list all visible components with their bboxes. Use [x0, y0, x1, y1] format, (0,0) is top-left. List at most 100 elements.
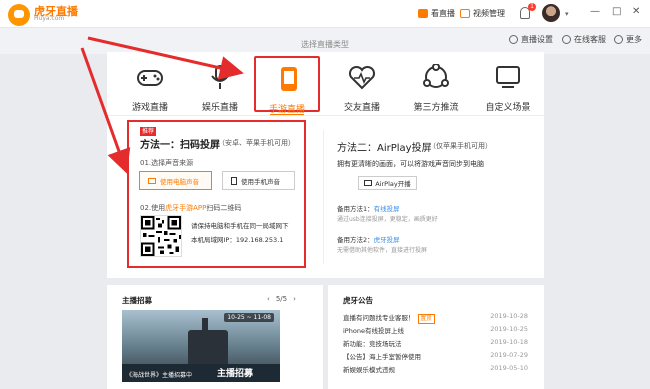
watch-live-button[interactable]: 看直播 [418, 8, 455, 19]
live-type-entertainment[interactable]: 娱乐直播 [187, 56, 253, 113]
notice-row[interactable]: 新娱娱乐模式违规 2019-05-10 [343, 364, 528, 376]
tv-icon [418, 9, 428, 18]
warship-image [188, 318, 228, 364]
lan-tip: 请保持电脑和手机在同一局域网下 [191, 222, 289, 230]
qr-code [140, 215, 182, 257]
live-type-mobile-game[interactable]: 手游直播 [254, 56, 320, 116]
notice-row[interactable]: iPhone有线投屏上线 2019-10-25 [343, 325, 528, 337]
header: 选择直播类型 直播设置 在线客服 更多 [0, 28, 650, 54]
notice-date: 2019-10-28 [490, 312, 528, 320]
method2-note: （仅苹果手机可用） [429, 142, 492, 150]
maximize-icon[interactable]: □ [612, 6, 621, 17]
page-indicator: 5/5 [275, 295, 288, 303]
avatar[interactable] [542, 4, 560, 22]
divider [107, 115, 544, 116]
banner-pager: ‹ 5/5 › [267, 295, 296, 303]
phone-icon [281, 67, 297, 91]
notice-text: 直播有问题找专业客服！ [343, 314, 415, 322]
notice-text: iPhone有线投屏上线 [343, 327, 404, 335]
alt-method-1-desc: 通过usb连接投屏，更稳定，画质更好 [337, 216, 438, 223]
alt2-prefix: 备用方法2： [337, 236, 374, 244]
phone-audio-label: 使用手机声音 [241, 177, 280, 186]
live-type-custom-scene[interactable]: 自定义场景 [475, 56, 541, 113]
scan-cast-panel: 推荐 方法一：扫码投屏 （安卓、苹果手机可用） 01.选择声音来源 使用电脑声音… [127, 120, 306, 268]
brand-sub: Huya.com [34, 15, 65, 22]
live-type-label: 交友直播 [343, 103, 380, 113]
host-recruit-card: 主播招募 ‹ 5/5 › 10-25 ~ 11-08 《海战世界》主播招募中 主… [107, 285, 323, 389]
banner-caption: 《海战世界》主播招募中 [126, 372, 193, 379]
pinned-tag: 置顶 [417, 314, 435, 324]
notice-row[interactable]: 【公告】海上手室暂停使用 2019-07-29 [343, 351, 528, 363]
banner-date: 10-25 ~ 11-08 [224, 313, 274, 322]
method2-title: 方法二：AirPlay投屏 [337, 143, 432, 154]
method1-note: （安卓、苹果手机可用） [218, 139, 295, 147]
huya-app-link[interactable]: 虎牙手游APP [165, 204, 206, 212]
phone-small-icon [231, 176, 237, 185]
online-service-button[interactable]: 在线客服 [562, 34, 606, 45]
heart-pulse-icon [348, 65, 376, 90]
huya-cast-link[interactable]: 虎牙投屏 [374, 236, 400, 244]
banner-slogan: 主播招募 [217, 369, 254, 379]
video-icon [460, 9, 470, 18]
phone-audio-button[interactable]: 使用手机声音 [222, 171, 295, 190]
live-settings-label: 直播设置 [521, 35, 553, 44]
close-icon[interactable]: ✕ [632, 6, 640, 17]
computer-icon [148, 177, 156, 184]
alt1-prefix: 备用方法1： [337, 205, 374, 213]
online-service-label: 在线客服 [574, 35, 606, 44]
chevron-right-icon[interactable]: › [293, 295, 296, 303]
more-icon [614, 35, 623, 44]
live-type-label: 娱乐直播 [201, 103, 238, 113]
airplay-start-button[interactable]: AirPlay开播 [358, 176, 417, 190]
step2-prefix: 02.使用 [140, 204, 166, 212]
notice-text: 【公告】海上手室暂停使用 [343, 353, 421, 361]
live-type-dating[interactable]: 交友直播 [329, 56, 395, 113]
live-type-game[interactable]: 游戏直播 [117, 56, 183, 113]
settings-icon [509, 35, 518, 44]
chevron-left-icon[interactable]: ‹ [267, 295, 270, 303]
huya-logo-icon [8, 4, 30, 26]
airplay-start-label: AirPlay开播 [375, 180, 411, 188]
wired-cast-link[interactable]: 有线投屏 [374, 205, 400, 213]
step2-label: 02.使用虎牙手游APP扫码二维码 [140, 203, 241, 213]
chevron-down-icon[interactable]: ▾ [565, 10, 569, 18]
alt-method-2: 备用方法2：虎牙投屏 [337, 234, 400, 244]
live-type-third-party[interactable]: 第三方推流 [403, 56, 469, 113]
minimize-icon[interactable]: — [590, 6, 600, 17]
computer-audio-label: 使用电脑声音 [160, 177, 199, 186]
recruit-banner[interactable]: 10-25 ~ 11-08 《海战世界》主播招募中 主播招募 [122, 310, 280, 382]
notice-row[interactable]: 直播有问题找专业客服！ 置顶 2019-10-28 [343, 312, 528, 324]
notice-row[interactable]: 新功能：竞技场玩法 2019-10-18 [343, 338, 528, 350]
lan-ip: 本机局域网IP：192.168.253.1 [191, 236, 284, 244]
headset-icon [562, 35, 571, 44]
alt-method-1: 备用方法1：有线投屏 [337, 203, 400, 213]
divider [323, 130, 324, 264]
microphone-icon [211, 65, 229, 89]
live-type-list: 游戏直播 娱乐直播 手游直播 交友直播 第三方推流 自定义场景 [107, 52, 544, 116]
step1-label: 01.选择声音来源 [140, 159, 194, 167]
more-label: 更多 [626, 35, 642, 44]
computer-audio-button[interactable]: 使用电脑声音 [139, 171, 212, 190]
live-type-label: 第三方推流 [413, 103, 459, 113]
live-settings-button[interactable]: 直播设置 [509, 34, 553, 45]
live-type-label: 自定义场景 [485, 103, 531, 113]
share-nodes-icon [423, 64, 449, 88]
video-manage-label: 视频管理 [473, 9, 505, 18]
notification-badge: 1 [528, 3, 536, 11]
recommended-badge: 推荐 [140, 127, 157, 136]
host-recruit-title: 主播招募 [122, 296, 152, 305]
notice-card: 虎牙公告 直播有问题找专业客服！ 置顶 2019-10-28 iPhone有线投屏… [328, 285, 544, 389]
monitor-icon [496, 66, 520, 88]
airplay-icon [364, 180, 373, 186]
watch-live-label: 看直播 [431, 9, 455, 18]
main-card: 游戏直播 娱乐直播 手游直播 交友直播 第三方推流 自定义场景 推荐 方法一：扫… [107, 52, 544, 278]
notice-date: 2019-10-18 [490, 338, 528, 346]
more-button[interactable]: 更多 [614, 34, 642, 45]
step2-suffix: 扫码二维码 [206, 204, 242, 212]
gamepad-icon [137, 70, 163, 86]
notice-date: 2019-05-10 [490, 364, 528, 372]
method1-title: 方法一：扫码投屏 [140, 140, 220, 151]
video-manage-button[interactable]: 视频管理 [460, 8, 505, 19]
notice-date: 2019-10-25 [490, 325, 528, 333]
notice-text: 新功能：竞技场玩法 [343, 340, 402, 348]
